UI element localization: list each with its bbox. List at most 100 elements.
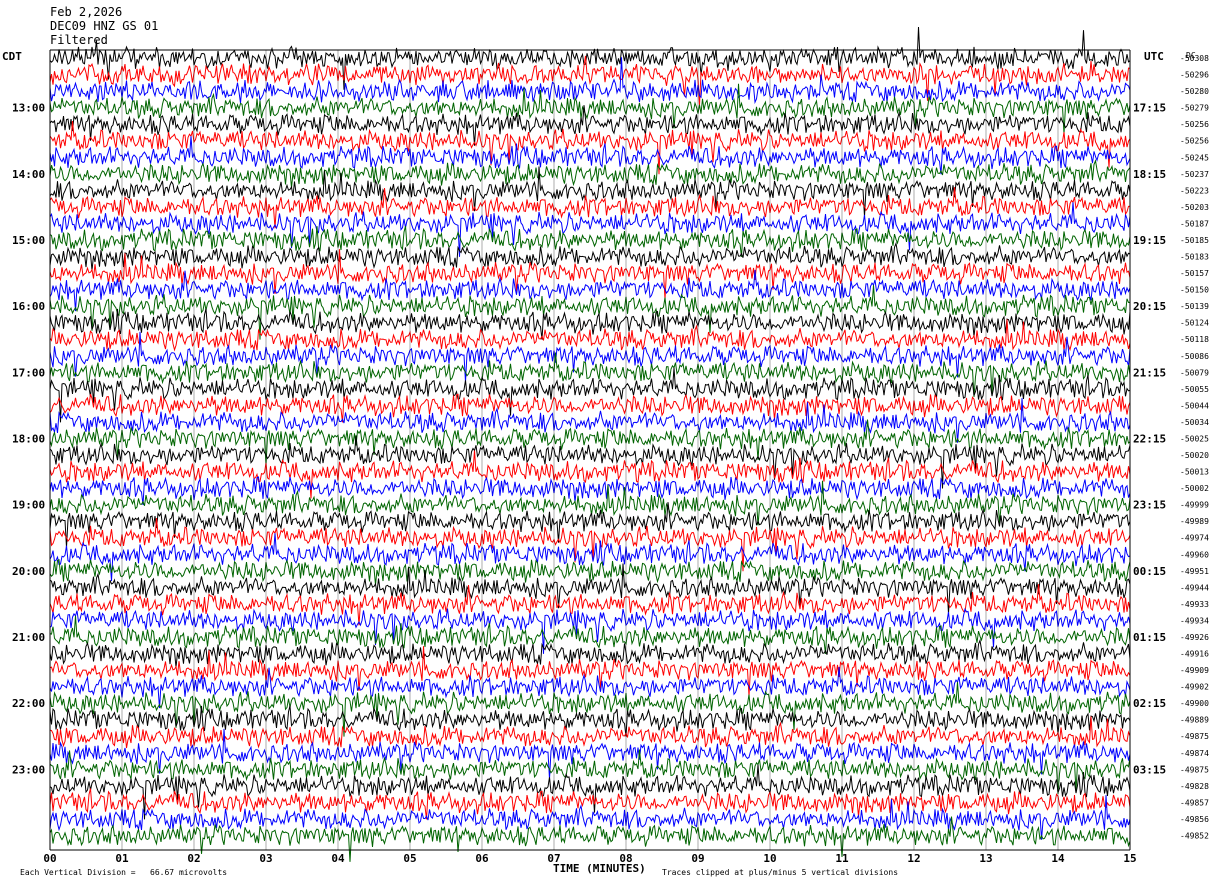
trace-32 — [49, 563, 1131, 614]
dc-offset-label: -49902 — [1180, 683, 1209, 692]
dc-offset-label: -49874 — [1180, 749, 1209, 758]
x-tick-label: 14 — [1051, 852, 1065, 865]
trace-8 — [49, 166, 1131, 217]
left-hour-label: 16:00 — [12, 300, 45, 313]
trace-24 — [49, 435, 1131, 489]
dc-offset-label: -50002 — [1180, 484, 1209, 493]
dc-offset-label: -50183 — [1180, 253, 1209, 262]
x-tick-label: 15 — [1123, 852, 1136, 865]
dc-offset-label: -49944 — [1180, 583, 1209, 592]
left-hour-label: 21:00 — [12, 631, 45, 644]
trace-11 — [49, 225, 1131, 257]
right-hour-label: 19:15 — [1133, 234, 1166, 247]
trace-16 — [49, 308, 1131, 340]
dc-offset-label: -49857 — [1180, 798, 1209, 807]
x-tick-label: 09 — [691, 852, 704, 865]
right-hour-label: 17:15 — [1133, 102, 1166, 115]
dc-offset-label: -50020 — [1180, 451, 1209, 460]
dc-offset-label: -49875 — [1180, 765, 1209, 774]
x-tick-label: 03 — [259, 852, 272, 865]
dc-offset-label: -50203 — [1180, 203, 1209, 212]
x-axis-title: TIME (MINUTES) — [553, 862, 646, 875]
dc-offset-label: -50139 — [1180, 302, 1209, 311]
x-tick-label: 04 — [331, 852, 345, 865]
dc-offset-label: -49974 — [1180, 534, 1209, 543]
dc-offset-label: -49999 — [1180, 501, 1209, 510]
dc-offset-label: -49856 — [1180, 815, 1209, 824]
dc-offset-label: -49852 — [1180, 831, 1209, 840]
trace-layer — [49, 26, 1131, 862]
left-hour-label: 13:00 — [12, 102, 45, 115]
dc-offset-label: -50256 — [1180, 137, 1209, 146]
dc-offset-label: -50223 — [1180, 186, 1209, 195]
vertical-division-note: Each Vertical Division = 66.67 microvolt… — [20, 868, 228, 877]
right-hour-label: 21:15 — [1133, 366, 1166, 379]
dc-offset-label: -50118 — [1180, 335, 1209, 344]
dc-offset-label: -50237 — [1180, 170, 1209, 179]
left-hour-label: 22:00 — [12, 697, 45, 710]
dc-offset-label: -50157 — [1180, 269, 1209, 278]
right-hour-label: 02:15 — [1133, 697, 1166, 710]
right-hour-label: 18:15 — [1133, 168, 1166, 181]
right-hour-label: 01:15 — [1133, 631, 1166, 644]
left-hour-label: 18:00 — [12, 432, 45, 445]
dc-offset-label: -50034 — [1180, 418, 1209, 427]
dc-offset-label: -50025 — [1180, 434, 1209, 443]
x-tick-label: 02 — [187, 852, 200, 865]
dc-offset-label: -49889 — [1180, 716, 1209, 725]
dc-offset-label: -50086 — [1180, 352, 1209, 361]
dc-offset-label: -50185 — [1180, 236, 1209, 245]
dc-offset-label: -50279 — [1180, 104, 1209, 113]
dc-offset-label: -49926 — [1180, 633, 1209, 642]
right-hour-label: 23:15 — [1133, 499, 1166, 512]
x-tick-label: 06 — [475, 852, 489, 865]
left-hour-label: 17:00 — [12, 366, 45, 379]
left-hour-label: 19:00 — [12, 499, 45, 512]
dc-offset-label: -49933 — [1180, 600, 1209, 609]
dc-offset-label: -49875 — [1180, 732, 1209, 741]
dc-offset-label: -50150 — [1180, 286, 1209, 295]
trace-21 — [49, 393, 1131, 423]
dc-offset-label: -50124 — [1180, 319, 1209, 328]
dc-offset-label: -50187 — [1180, 219, 1209, 228]
x-tick-label: 10 — [763, 852, 776, 865]
right-hour-label: 03:15 — [1133, 763, 1166, 776]
left-hour-label: 15:00 — [12, 234, 45, 247]
clip-note: Traces clipped at plus/minus 5 vertical … — [662, 868, 899, 877]
dc-offset-label: -50013 — [1180, 468, 1209, 477]
x-tick-label: 11 — [835, 852, 849, 865]
left-hour-label: 23:00 — [12, 763, 45, 776]
dc-offset-label: -50256 — [1180, 120, 1209, 129]
dc-offset-label: -49909 — [1180, 666, 1209, 675]
dc-offset-label: -50245 — [1180, 153, 1209, 162]
x-tick-label: 12 — [907, 852, 920, 865]
dc-offset-label: -49960 — [1180, 550, 1209, 559]
x-tick-label: 00 — [43, 852, 56, 865]
x-tick-label: 05 — [403, 852, 416, 865]
left-hour-label: 20:00 — [12, 565, 45, 578]
dc-offset-label: -50044 — [1180, 401, 1209, 410]
trace-17 — [49, 319, 1131, 352]
trace-33 — [49, 584, 1131, 626]
left-hour-label: 14:00 — [12, 168, 45, 181]
dc-offset-label: -49989 — [1180, 517, 1209, 526]
trace-47 — [49, 816, 1131, 862]
right-hour-label: 22:15 — [1133, 432, 1166, 445]
dc-offset-label: -49828 — [1180, 782, 1209, 791]
dc-header-label: DC — [1186, 51, 1196, 60]
x-tick-label: 01 — [115, 852, 129, 865]
dc-offset-label: -50296 — [1180, 71, 1209, 80]
x-tick-label: 13 — [979, 852, 992, 865]
dc-offset-label: -49934 — [1180, 616, 1209, 625]
dc-offset-label: -49916 — [1180, 650, 1209, 659]
dc-offset-label: -50079 — [1180, 368, 1209, 377]
dc-offset-label: -49951 — [1180, 567, 1209, 576]
seismogram-plot: -50308-50296-50280-50279-50256-50256-502… — [12, 26, 1209, 865]
right-hour-label: 00:15 — [1133, 565, 1166, 578]
right-hour-label: 20:15 — [1133, 300, 1166, 313]
trace-29 — [49, 518, 1131, 572]
trace-26 — [49, 476, 1131, 506]
trace-28 — [49, 502, 1131, 548]
trace-34 — [49, 607, 1131, 654]
dc-offset-label: -50055 — [1180, 385, 1209, 394]
